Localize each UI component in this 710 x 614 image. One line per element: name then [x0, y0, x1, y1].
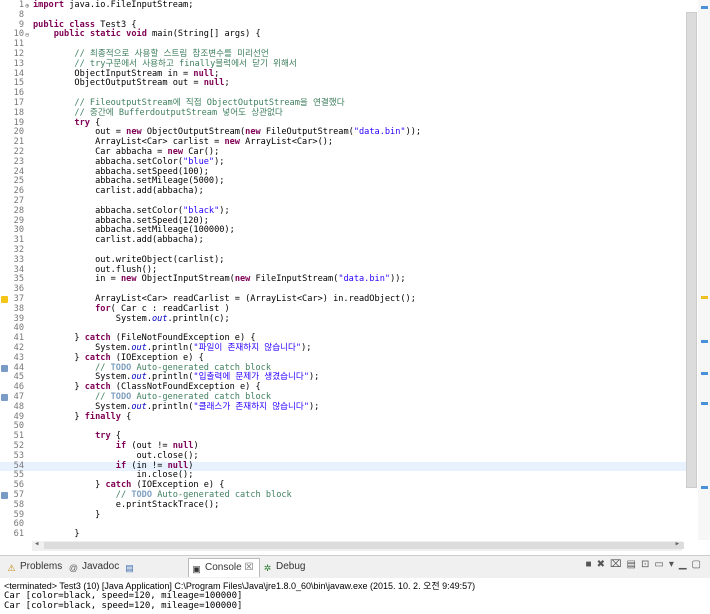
task-marker-icon[interactable] [1, 492, 8, 499]
ruler-marker[interactable] [701, 6, 708, 9]
console-toolbar: ■✖⌧▤⊡▭▾▁▢ [586, 559, 706, 570]
console-icon: ▣ [192, 564, 201, 574]
code-line[interactable]: 58 e.printStackTrace(); [0, 500, 686, 511]
code-text: } finally { [33, 411, 132, 422]
horizontal-scroll-thumb[interactable] [44, 542, 684, 549]
ruler-marker[interactable] [701, 372, 708, 375]
debug-icon: ✲ [263, 563, 272, 573]
code-line[interactable]: 10 ⊖ public static void main(String[] arg… [0, 29, 686, 40]
code-line[interactable]: 26 carlist.add(abbacha); [0, 186, 686, 197]
ruler-warning-marker[interactable] [701, 296, 708, 299]
tab-problems[interactable]: ⚠ Problems [4, 558, 64, 576]
open-console-icon[interactable]: ▾ [669, 559, 679, 570]
tab-declaration[interactable]: ▤Declaration [122, 558, 188, 590]
remove-all-icon[interactable]: ✖ [597, 559, 610, 570]
console-output-line: Car [color=black, speed=120, mileage=100… [4, 591, 243, 601]
code-line[interactable]: 60 [0, 520, 686, 530]
code-line[interactable]: 59 } [0, 509, 686, 521]
tab-label: Problems [20, 561, 63, 572]
code-line[interactable]: 31 carlist.add(abbacha); [0, 235, 686, 246]
collapse-fold-icon[interactable]: ⊖ [25, 31, 29, 39]
console-view[interactable]: <terminated> Test3 (10) [Java Applicatio… [0, 578, 710, 614]
code-editor[interactable]: 1 ⊕ import java.io.FileInputStream; 8 9 publi… [0, 0, 710, 540]
task-marker-icon[interactable] [1, 364, 8, 372]
ruler-marker[interactable] [701, 402, 708, 405]
vertical-scrollbar[interactable] [686, 12, 697, 488]
line-number: 61 [13, 529, 24, 540]
problems-icon: ⚠ [7, 563, 16, 573]
pin-console-icon[interactable]: ⊡ [641, 559, 654, 570]
tab-debug[interactable]: ✲ Debug [260, 558, 312, 576]
code-line[interactable]: 15 ObjectOutputStream out = null; [0, 78, 686, 89]
code-text: import java.io.FileInputStream; [33, 0, 194, 10]
ruler-marker[interactable] [701, 486, 708, 489]
code-text: } [33, 509, 101, 520]
scroll-right-icon[interactable]: ▸ [675, 539, 680, 549]
code-line[interactable]: 1 ⊕ import java.io.FileInputStream; [0, 0, 686, 11]
code-text: carlist.add(abbacha); [33, 186, 204, 197]
task-marker-icon[interactable] [1, 394, 8, 401]
tab-javadoc[interactable]: @ Javadoc [66, 558, 122, 576]
overview-ruler[interactable] [698, 0, 710, 540]
scroll-left-icon[interactable]: ◂ [34, 539, 39, 549]
bottom-panel-tabs: ⚠Problems@Javadoc▤Declaration▣Console ☒✲… [0, 555, 710, 590]
declaration-icon: ▤ [125, 563, 134, 573]
maximize-icon[interactable]: ▢ [692, 559, 706, 570]
console-output-line: Car [color=black, speed=120, mileage=100… [4, 601, 243, 611]
warning-marker-icon[interactable] [1, 296, 8, 303]
vertical-scroll-thumb[interactable] [687, 13, 696, 487]
display-console-icon[interactable]: ▭ [654, 559, 668, 570]
code-line[interactable]: 39 System.out.println(c); [0, 313, 686, 325]
code-text: public static void main(String[] args) { [53, 29, 261, 40]
minimize-icon[interactable]: ▁ [679, 559, 692, 570]
clear-console-icon[interactable]: ⌧ [610, 559, 627, 570]
tab-console[interactable]: ▣ Console ☒ [188, 558, 260, 577]
tab-label: Debug [276, 561, 306, 572]
ruler-marker[interactable] [701, 340, 708, 343]
code-line[interactable]: 61 } [0, 529, 686, 540]
code-text: } [33, 529, 80, 540]
expand-fold-icon[interactable]: ⊕ [25, 2, 29, 10]
code-text: carlist.add(abbacha); [33, 235, 204, 246]
code-text: System.out.println(c); [33, 313, 230, 324]
code-line[interactable]: 18 // 중간에 BufferdoutputStream 넣어도 상관없다 [0, 108, 686, 119]
code-text: in = new ObjectInputStream(new FileInput… [33, 274, 406, 285]
code-text: ObjectOutputStream out = null; [33, 78, 230, 89]
scroll-lock-icon[interactable]: ▤ [627, 559, 641, 570]
javadoc-icon: @ [68, 563, 79, 573]
tab-label: Javadoc [82, 561, 120, 572]
tab-label: Console [205, 562, 242, 573]
code-line[interactable]: 35 in = new ObjectInputStream(new FileIn… [0, 274, 686, 285]
code-line[interactable]: 49 } finally { [0, 411, 686, 423]
close-tab-icon[interactable]: ☒ [242, 562, 253, 573]
remove-launch-icon[interactable]: ■ [586, 559, 597, 570]
horizontal-scrollbar[interactable]: ◂ ▸ [32, 539, 684, 551]
